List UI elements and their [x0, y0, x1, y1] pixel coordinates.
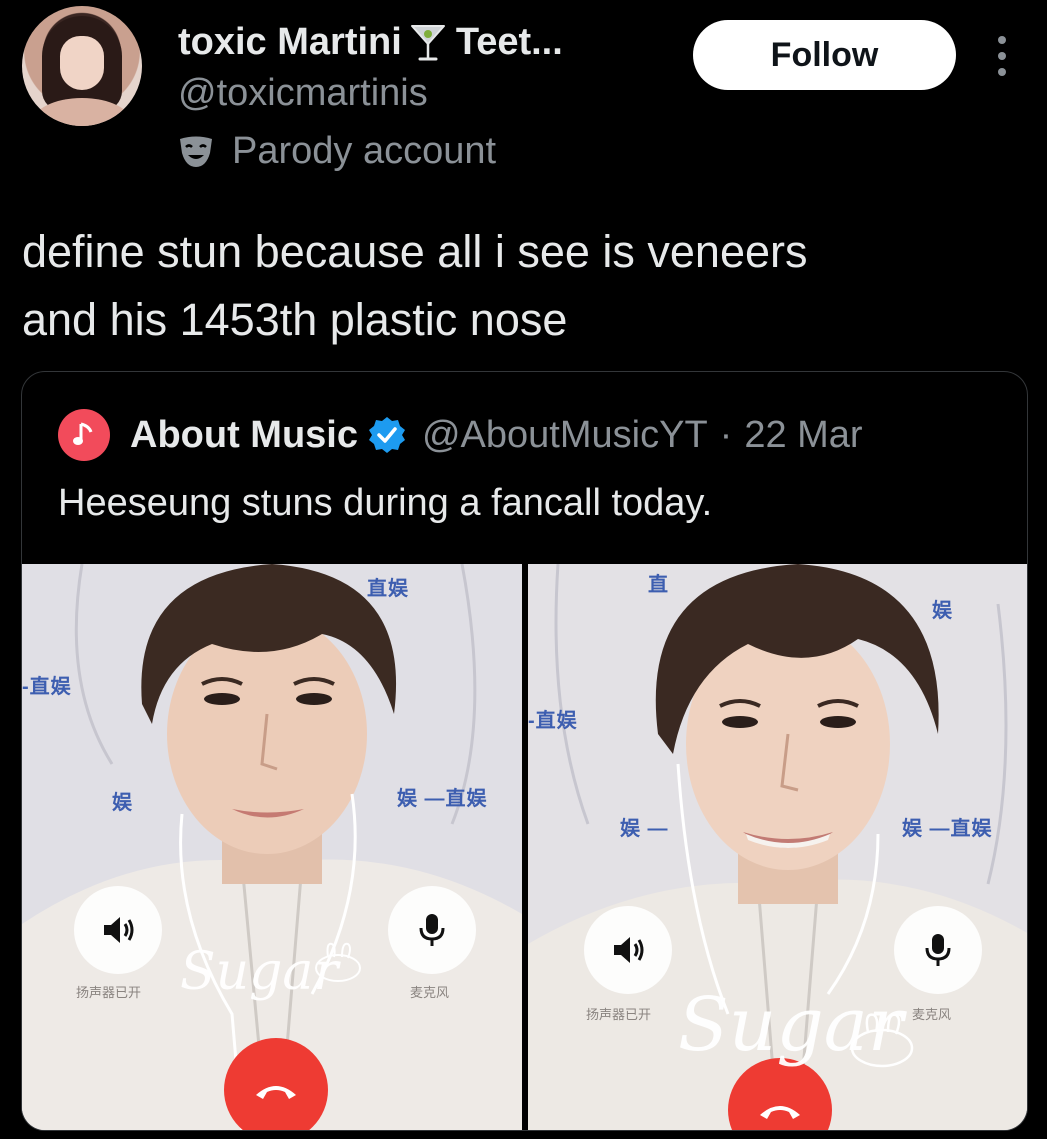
speaker-button[interactable] — [584, 906, 672, 994]
martini-glass-icon — [410, 25, 445, 61]
microphone-icon — [419, 914, 445, 946]
banner-text-top-a: 直 — [648, 574, 669, 596]
media-image-right[interactable]: 直 娱 -直娱 娱 — 娱 —直娱 扬声器已开 麦克风 Sugar — [528, 564, 1027, 1130]
author-handle[interactable]: @toxicmartinis — [178, 72, 428, 115]
speaker-icon — [614, 937, 644, 963]
quoted-tweet-card[interactable]: About Music @AboutMusicYT · 22 Mar Heese… — [21, 371, 1028, 1131]
mic-label: 麦克风 — [410, 985, 450, 1000]
quoted-tweet-text: Heeseung stuns during a fancall today. — [58, 482, 713, 524]
author-display-name[interactable]: toxic Martini — [178, 21, 402, 64]
music-note-icon[interactable] — [58, 409, 110, 461]
banner-text-mid-b: 娱 —直娱 — [902, 818, 993, 840]
speaker-label: 扬声器已开 — [586, 1007, 652, 1022]
tweet-text: define stun because all i see is veneers… — [22, 218, 1012, 354]
banner-text-mid-a: 娱 — [112, 792, 133, 814]
banner-text-side: -直娱 — [528, 710, 578, 732]
phone-hangup-icon — [760, 1106, 800, 1119]
parody-label-text: Parody account — [232, 130, 497, 172]
quoted-timestamp[interactable]: 22 Mar — [744, 414, 862, 457]
tweet-text-line-2: and his 1453th plastic nose — [22, 294, 568, 345]
phone-hangup-icon — [256, 1086, 296, 1099]
author-name-suffix[interactable]: Teet... — [456, 21, 563, 64]
mic-button[interactable] — [894, 906, 982, 994]
microphone-icon — [925, 934, 951, 966]
bunny-sticker-icon — [850, 1013, 914, 1068]
banner-text-top-b: 娱 — [932, 600, 953, 622]
speaker-icon — [104, 917, 134, 943]
media-image-left[interactable]: 直娱 -直娱 娱 娱 —直娱 扬声器已开 麦克风 Sugar — [22, 564, 522, 1130]
banner-text-top: 直娱 — [367, 578, 409, 600]
verified-badge-icon — [368, 417, 405, 453]
bunny-sticker-icon — [315, 942, 361, 982]
speaker-label: 扬声器已开 — [76, 985, 142, 1000]
mic-button[interactable] — [388, 886, 476, 974]
parody-label: Parody account — [178, 130, 496, 173]
banner-text-mid-b: 娱 —直娱 — [397, 788, 488, 810]
theater-mask-icon — [180, 136, 212, 167]
quoted-author-name[interactable]: About Music — [130, 414, 358, 457]
more-vertical-icon[interactable] — [990, 34, 1014, 78]
banner-text-mid-a: 娱 — — [620, 818, 669, 840]
quoted-author-handle[interactable]: @AboutMusicYT — [422, 414, 708, 457]
follow-button[interactable]: Follow — [693, 20, 956, 90]
hang-up-button[interactable] — [224, 1038, 328, 1130]
quoted-tweet-header: About Music @AboutMusicYT · 22 Mar — [58, 408, 863, 462]
avatar-face — [60, 36, 104, 90]
tweet-text-line-1: define stun because all i see is veneers — [22, 226, 808, 277]
header-separator: · — [719, 413, 733, 456]
banner-text-side: -直娱 — [22, 676, 72, 698]
author-avatar[interactable] — [22, 6, 142, 126]
speaker-button[interactable] — [74, 886, 162, 974]
author-name-row[interactable]: toxic Martini Teet... — [178, 16, 563, 68]
